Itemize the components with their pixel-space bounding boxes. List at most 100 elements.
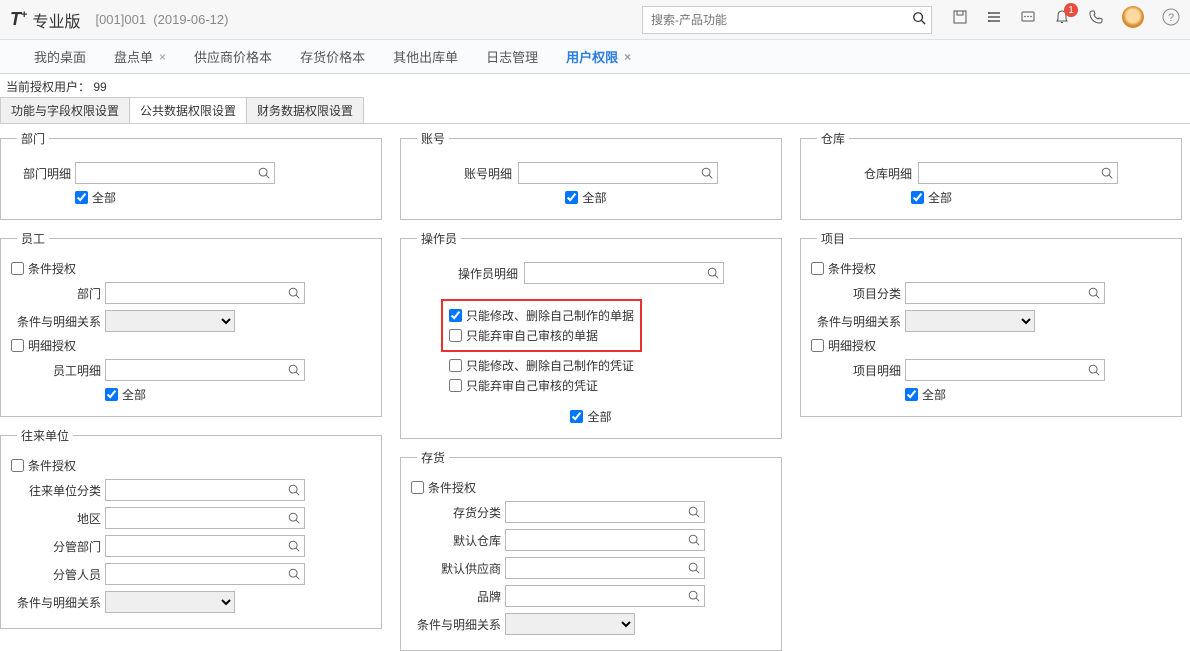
lookup-icon[interactable]: [1098, 164, 1116, 182]
staff-detail-label: 员工明细: [11, 362, 101, 379]
staff-relation-select[interactable]: [105, 310, 235, 332]
legend-inventory: 存货: [417, 449, 449, 466]
tab-inventory-check[interactable]: 盘点单×: [100, 40, 180, 74]
lookup-icon[interactable]: [685, 531, 703, 549]
proj-all-checkbox[interactable]: [905, 388, 918, 401]
account-detail-input[interactable]: [518, 162, 718, 184]
dept-all-checkbox[interactable]: [75, 191, 88, 204]
operator-all-label: 全部: [587, 408, 611, 425]
lookup-icon[interactable]: [685, 503, 703, 521]
wh-detail-label: 仓库明细: [864, 165, 912, 182]
sub-tab-func[interactable]: 功能与字段权限设置: [0, 97, 130, 123]
proj-relation-select[interactable]: [905, 310, 1035, 332]
staff-detail-auth-label: 明细授权: [28, 337, 76, 354]
lookup-icon[interactable]: [285, 361, 303, 379]
phone-icon[interactable]: [1088, 9, 1104, 30]
partner-region-input[interactable]: [105, 507, 305, 529]
legend-warehouse: 仓库: [817, 130, 849, 147]
inv-supplier-input[interactable]: [505, 557, 705, 579]
header-icons: 1 ?: [952, 6, 1180, 33]
account-all-label: 全部: [582, 189, 606, 206]
staff-cond-label: 条件授权: [28, 260, 76, 277]
tab-user-perm[interactable]: 用户权限×: [552, 40, 645, 74]
proj-detail-checkbox[interactable]: [811, 339, 824, 352]
operator-opt1-checkbox[interactable]: [449, 309, 462, 322]
group-project: 项目 条件授权 项目分类 条件与明细关系 明细授权 项目明细 全部: [800, 230, 1182, 417]
operator-detail-input[interactable]: [524, 262, 724, 284]
staff-detail-input[interactable]: [105, 359, 305, 381]
partner-person-input[interactable]: [105, 563, 305, 585]
bell-icon[interactable]: 1: [1054, 9, 1070, 30]
operator-opt3-checkbox[interactable]: [449, 359, 462, 372]
sub-tab-public[interactable]: 公共数据权限设置: [129, 97, 247, 123]
staff-relation-label: 条件与明细关系: [11, 313, 101, 330]
content-area: 部门 部门明细 全部 员工 条件授权 部门 条件与明细关系: [0, 124, 1190, 651]
tab-supplier-price[interactable]: 供应商价格本: [180, 40, 286, 74]
lookup-icon[interactable]: [285, 481, 303, 499]
lookup-icon[interactable]: [285, 284, 303, 302]
chat-icon[interactable]: [1020, 9, 1036, 30]
staff-dept-input[interactable]: [105, 282, 305, 304]
partner-cond-checkbox[interactable]: [11, 459, 24, 472]
inv-relation-select[interactable]: [505, 613, 635, 635]
tab-desktop[interactable]: 我的桌面: [20, 40, 100, 74]
inv-brand-label: 品牌: [411, 588, 501, 605]
wh-detail-input[interactable]: [918, 162, 1118, 184]
lookup-icon[interactable]: [285, 509, 303, 527]
inv-class-label: 存货分类: [411, 504, 501, 521]
operator-all-checkbox[interactable]: [570, 410, 583, 423]
dept-detail-label: 部门明细: [11, 165, 71, 182]
operator-highlight: 只能修改、删除自己制作的单据 只能弃审自己审核的单据: [441, 299, 642, 352]
notification-badge: 1: [1064, 3, 1078, 17]
partner-class-input[interactable]: [105, 479, 305, 501]
account-all-checkbox[interactable]: [565, 191, 578, 204]
tab-log[interactable]: 日志管理: [472, 40, 552, 74]
lookup-icon[interactable]: [285, 565, 303, 583]
operator-opt2-label: 只能弃审自己审核的单据: [466, 327, 598, 344]
tab-other-out[interactable]: 其他出库单: [379, 40, 472, 74]
lookup-icon[interactable]: [1085, 284, 1103, 302]
dept-detail-lookup: [75, 162, 275, 184]
avatar-icon[interactable]: [1122, 6, 1144, 33]
list-icon[interactable]: [986, 9, 1002, 30]
wh-all-checkbox[interactable]: [911, 191, 924, 204]
staff-cond-checkbox[interactable]: [11, 262, 24, 275]
inv-brand-input[interactable]: [505, 585, 705, 607]
tab-inv-price[interactable]: 存货价格本: [286, 40, 379, 74]
operator-opt4-checkbox[interactable]: [449, 379, 462, 392]
lookup-icon[interactable]: [255, 164, 273, 182]
legend-partner: 往来单位: [17, 427, 73, 444]
partner-relation-label: 条件与明细关系: [11, 594, 101, 611]
operator-opt1-label: 只能修改、删除自己制作的单据: [466, 307, 634, 324]
partner-class-label: 往来单位分类: [11, 482, 101, 499]
lookup-icon[interactable]: [698, 164, 716, 182]
staff-all-checkbox[interactable]: [105, 388, 118, 401]
inv-wh-input[interactable]: [505, 529, 705, 551]
dept-detail-input[interactable]: [75, 162, 275, 184]
proj-cond-checkbox[interactable]: [811, 262, 824, 275]
close-icon[interactable]: ×: [159, 50, 166, 64]
account-detail-label: 账号明细: [464, 165, 512, 182]
proj-class-input[interactable]: [905, 282, 1105, 304]
lookup-icon[interactable]: [704, 264, 722, 282]
proj-detail-input[interactable]: [905, 359, 1105, 381]
lookup-icon[interactable]: [285, 537, 303, 555]
group-account: 账号 账号明细 全部: [400, 130, 782, 220]
lookup-icon[interactable]: [1085, 361, 1103, 379]
staff-detail-checkbox[interactable]: [11, 339, 24, 352]
inv-cond-checkbox[interactable]: [411, 481, 424, 494]
sub-tab-finance[interactable]: 财务数据权限设置: [246, 97, 364, 123]
close-icon[interactable]: ×: [624, 50, 631, 64]
wh-all-label: 全部: [928, 189, 952, 206]
operator-opt2-checkbox[interactable]: [449, 329, 462, 342]
search-icon[interactable]: [912, 11, 926, 28]
inv-wh-label: 默认仓库: [411, 532, 501, 549]
partner-dept-input[interactable]: [105, 535, 305, 557]
search-input[interactable]: [642, 6, 932, 34]
save-icon[interactable]: [952, 9, 968, 30]
lookup-icon[interactable]: [685, 559, 703, 577]
partner-relation-select[interactable]: [105, 591, 235, 613]
lookup-icon[interactable]: [685, 587, 703, 605]
inv-class-input[interactable]: [505, 501, 705, 523]
help-icon[interactable]: ?: [1162, 8, 1180, 31]
